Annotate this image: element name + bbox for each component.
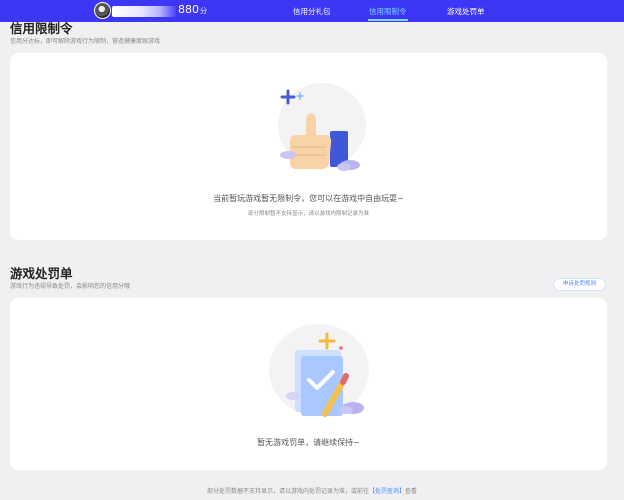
top-bar: 880分 信用分礼包 信用限制令 游戏处罚单: [0, 0, 624, 22]
document-check-icon: [269, 324, 369, 417]
penalty-title: 游戏处罚单: [10, 266, 73, 281]
active-tab-indicator: [368, 19, 408, 21]
restriction-empty-message: 当前暂玩游戏暂无限制令，您可以在游戏中自由玩耍~: [213, 194, 404, 203]
score-value: 880: [178, 3, 199, 16]
avatar[interactable]: [94, 2, 111, 19]
score-unit: 分: [200, 7, 207, 15]
footer-text-end: 查看: [405, 488, 418, 495]
tab-credit-gift[interactable]: 信用分礼包: [293, 6, 331, 17]
restriction-note: 部分限制暂不支持显示，请以游戏内限制记录为准: [247, 211, 369, 217]
penalty-card: 暂无游戏罚单，请继续保持~: [10, 298, 607, 470]
footer-text: 部分处罚数据不支持显示，请以游戏内处罚记录为准，或前往: [206, 488, 369, 495]
tab-game-penalty[interactable]: 游戏处罚单: [447, 6, 485, 17]
restriction-subtitle: 信用分达标，即可解除游戏行为限制，营造健康度娱游戏: [10, 38, 161, 45]
footer-note: 部分处罚数据不支持显示，请以游戏内处罚记录为准，或前往【处罚查询】查看: [0, 486, 624, 495]
penalty-subtitle: 游戏行为违规导致处罚，会影响您的信用分哦: [10, 283, 131, 290]
restriction-card: 当前暂玩游戏暂无限制令，您可以在游戏中自由玩耍~ 部分限制暂不支持显示，请以游戏…: [10, 53, 607, 240]
penalty-empty-message: 暂无游戏罚单，请继续保持~: [257, 438, 360, 447]
penalty-rules-button[interactable]: 申诉处罚规则: [553, 278, 606, 291]
penalty-query-link[interactable]: 【处罚查询】: [369, 488, 405, 495]
thumbs-up-icon: [278, 83, 366, 171]
restriction-title: 信用限制令: [10, 21, 73, 36]
username-masked: [112, 6, 176, 17]
credit-score: 880分: [178, 3, 207, 16]
tab-credit-restriction[interactable]: 信用限制令: [369, 6, 407, 17]
